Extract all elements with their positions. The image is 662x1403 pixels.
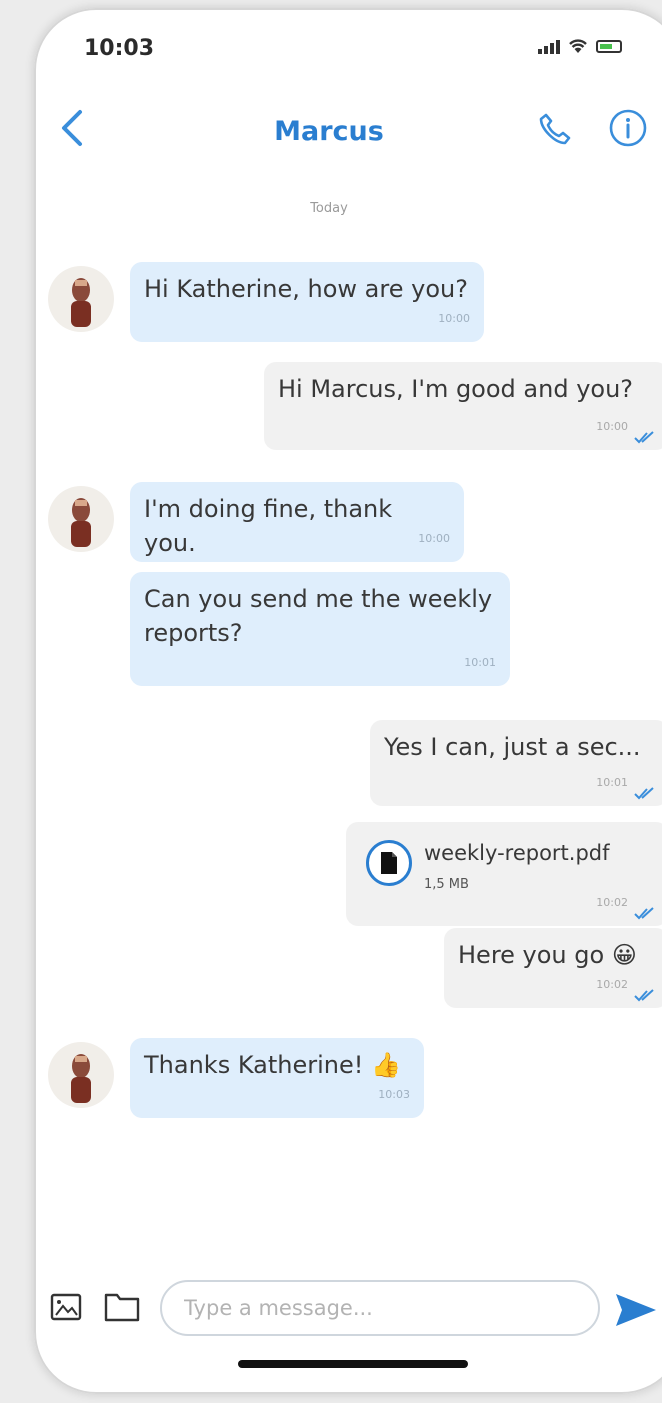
info-icon[interactable] <box>608 108 648 148</box>
message-text: Hi Marcus, I'm good and you? <box>278 375 634 403</box>
double-check-icon <box>634 431 654 444</box>
phone-screen: 10:03 Marcus Today Hi Katherine, how are… <box>34 8 662 1394</box>
wifi-icon <box>569 39 587 53</box>
file-download-button[interactable] <box>366 840 412 886</box>
message-text: Thanks Katherine! 👍 <box>144 1051 401 1079</box>
battery-icon <box>596 39 622 53</box>
message-input[interactable] <box>160 1280 600 1336</box>
avatar-portrait-icon <box>71 498 91 547</box>
file-size: 1,5 MB <box>424 877 469 892</box>
avatar-portrait-icon <box>71 278 91 327</box>
message-time: 10:02 <box>596 896 628 909</box>
message-time: 10:00 <box>438 312 470 325</box>
double-check-icon <box>634 787 654 800</box>
message-time: 10:00 <box>418 532 450 545</box>
avatar[interactable] <box>48 266 114 332</box>
file-message-bubble[interactable]: weekly-report.pdf 1,5 MB 10:02 <box>346 822 662 926</box>
message-bubble-incoming[interactable]: I'm doing fine, thank you. 10:00 <box>130 482 464 562</box>
folder-icon[interactable] <box>104 1290 140 1322</box>
file-icon <box>381 852 397 874</box>
avatar-portrait-icon <box>71 1054 91 1103</box>
home-indicator <box>238 1360 468 1368</box>
message-text: Hi Katherine, how are you? <box>144 275 468 303</box>
double-check-icon <box>634 989 654 1002</box>
double-check-icon <box>634 907 654 920</box>
phone-icon[interactable] <box>538 112 572 146</box>
signal-icon <box>538 38 560 54</box>
message-bubble-incoming[interactable]: Hi Katherine, how are you? 10:00 <box>130 262 484 342</box>
message-time: 10:00 <box>596 420 628 433</box>
image-icon[interactable] <box>50 1293 82 1321</box>
message-bubble-outgoing[interactable]: Hi Marcus, I'm good and you? 10:00 <box>264 362 662 450</box>
date-separator: Today <box>310 201 348 216</box>
message-text: Yes I can, just a sec... <box>384 733 641 761</box>
avatar[interactable] <box>48 1042 114 1108</box>
message-text: Here you go 😀 <box>458 941 637 969</box>
file-name[interactable]: weekly-report.pdf <box>424 836 610 870</box>
status-icons <box>538 38 622 54</box>
message-time: 10:01 <box>464 656 496 669</box>
avatar[interactable] <box>48 486 114 552</box>
message-text: Can you send me the weekly reports? <box>144 585 493 647</box>
send-icon[interactable] <box>614 1292 658 1328</box>
message-text: I'm doing fine, thank you. <box>144 495 393 557</box>
message-bubble-outgoing[interactable]: Yes I can, just a sec... 10:01 <box>370 720 662 806</box>
message-bubble-incoming[interactable]: Thanks Katherine! 👍 10:03 <box>130 1038 424 1118</box>
message-time: 10:01 <box>596 776 628 789</box>
message-bubble-outgoing[interactable]: Here you go 😀 10:02 <box>444 928 662 1008</box>
status-time: 10:03 <box>84 36 155 61</box>
message-time: 10:02 <box>596 978 628 991</box>
message-bubble-incoming[interactable]: Can you send me the weekly reports? 10:0… <box>130 572 510 686</box>
message-time: 10:03 <box>378 1088 410 1101</box>
